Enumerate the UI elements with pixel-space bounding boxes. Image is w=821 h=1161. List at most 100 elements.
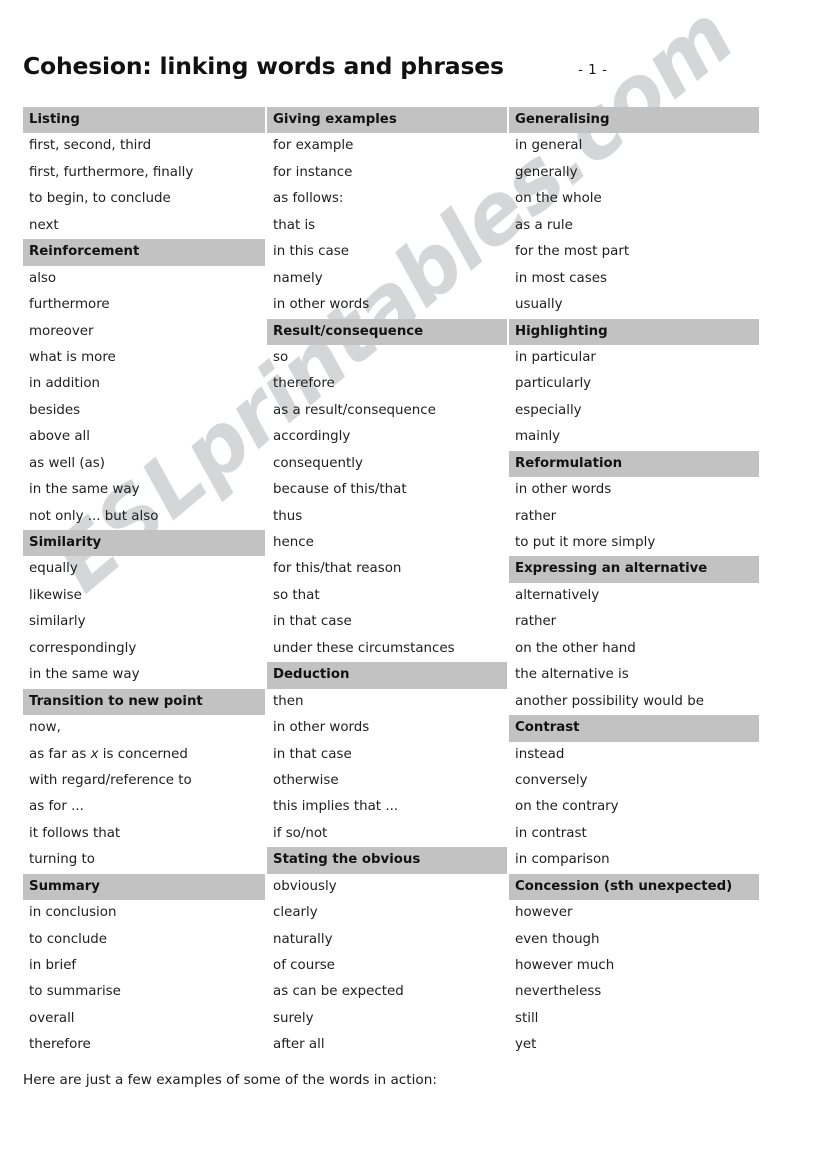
phrase-item: for the most part	[515, 244, 630, 260]
phrase-item: thus	[273, 508, 303, 524]
page-title: Cohesion: linking words and phrases	[23, 52, 504, 80]
category-header: Listing	[23, 107, 265, 134]
phrase-item: to begin, to conclude	[29, 191, 171, 207]
category-header: Deduction	[267, 662, 507, 689]
phrase-item: as for ...	[29, 799, 84, 815]
phrase-item: as a rule	[515, 217, 573, 233]
phrase-item: above all	[29, 429, 90, 445]
phrase-item: to put it more simply	[515, 535, 656, 550]
phrase-item: under these circumstances	[273, 640, 455, 656]
column-2: Generalising in general generally on the wh…	[509, 107, 759, 1059]
phrase-item: equally	[29, 561, 78, 577]
phrase-item: furthermore	[29, 297, 110, 313]
phrase-item: alternatively	[515, 587, 600, 603]
phrase-item: because of this/that	[273, 482, 407, 498]
phrase-item: first, second, third	[29, 138, 152, 154]
phrase-item: in conclusion	[29, 905, 117, 921]
footer-note: Here are just a few examples of some of …	[23, 1072, 437, 1088]
phrase-item: of course	[273, 958, 335, 973]
phrase-item: in that case	[273, 746, 352, 762]
italic-variable: x	[90, 746, 99, 762]
phrase-item: in general	[515, 138, 583, 154]
phrase-item: to conclude	[29, 931, 108, 947]
phrase-item: otherwise	[273, 772, 339, 788]
page-number: - 1 -	[578, 62, 608, 78]
phrase-item: in comparison	[515, 852, 610, 868]
phrase-item: in addition	[29, 376, 101, 392]
phrase-item: especially	[515, 402, 582, 418]
phrase-item: another possibility would be	[515, 693, 704, 709]
phrase-item: as can be expected	[273, 984, 404, 1000]
phrase-item: however	[515, 905, 573, 921]
phrase-item: conversely	[515, 772, 588, 788]
phrase-item: for instance	[273, 164, 353, 180]
category-header: Highlighting	[509, 318, 759, 345]
phrase-item: nevertheless	[515, 984, 602, 1000]
phrase-item: likewise	[29, 587, 82, 603]
phrase-item: for this/that reason	[273, 561, 402, 577]
category-header: Summary	[23, 873, 265, 901]
phrase-item: first, furthermore, finally	[29, 164, 194, 180]
phrase-item: on the contrary	[515, 799, 619, 815]
phrase-item: surely	[273, 1010, 314, 1026]
category-header: Contrast	[509, 715, 759, 742]
phrase-item: in other words	[273, 720, 370, 736]
phrase-item: rather	[515, 614, 557, 630]
phrase-item: in contrast	[515, 825, 587, 841]
phrase-item: similarly	[29, 614, 86, 630]
category-header: Generalising	[509, 107, 759, 134]
phrase-item: generally	[515, 164, 578, 180]
phrase-item: in particular	[515, 349, 596, 365]
category-header: Giving examples	[267, 107, 507, 134]
phrase-item: accordingly	[273, 429, 351, 445]
phrase-item: usually	[515, 297, 563, 313]
phrase-item: besides	[29, 402, 81, 418]
phrase-item: as far as x is concerned	[29, 746, 188, 762]
phrase-item: in the same way	[29, 482, 140, 498]
phrase-item: consequently	[273, 455, 363, 471]
phrase-item: still	[515, 1010, 539, 1026]
phrase-item: for example	[273, 138, 354, 154]
phrase-item: yet	[515, 1037, 537, 1053]
phrase-item: that is	[273, 217, 316, 233]
phrase-item: the alternative is	[515, 667, 629, 683]
phrase-item: moreover	[29, 323, 94, 339]
phrase-item: it follows that	[29, 825, 121, 841]
phrase-item: on the other hand	[515, 640, 636, 656]
phrase-item: in that case	[273, 614, 352, 630]
phrase-item: what is more	[29, 349, 116, 365]
phrase-item: as follows:	[273, 191, 344, 207]
phrase-item: so that	[273, 587, 320, 603]
phrase-item: not only ... but also	[29, 508, 159, 524]
phrase-item: this implies that ...	[273, 799, 399, 815]
phrase-item: to summarise	[29, 984, 121, 1000]
phrase-item: now,	[29, 720, 61, 736]
phrase-item: particularly	[515, 376, 592, 392]
phrase-item: in this case	[273, 244, 349, 260]
worksheet-page: ESLprintables.com Cohesion: linking word…	[0, 0, 821, 1161]
category-header: Concession (sth unexpected)	[509, 873, 759, 901]
category-header: Reformulation	[509, 450, 759, 478]
phrase-item: even though	[515, 931, 600, 947]
category-header: Transition to new point	[23, 688, 265, 716]
phrase-item: turning to	[29, 852, 95, 868]
column-1: Giving examples for example for instance as…	[267, 107, 507, 1059]
phrase-item: then	[273, 693, 304, 709]
category-header: Expressing an alternative	[509, 556, 759, 583]
phrase-item: in the same way	[29, 667, 140, 683]
phrase-item: overall	[29, 1010, 75, 1026]
phrase-item: hence	[273, 535, 314, 550]
phrase-item: namely	[273, 270, 323, 286]
phrase-item: therefore	[273, 376, 335, 392]
phrase-item: in brief	[29, 958, 77, 973]
document-header: Cohesion: linking words and phrases - 1 …	[0, 0, 821, 100]
phrase-item: on the whole	[515, 191, 602, 207]
phrase-item: as well (as)	[29, 455, 105, 471]
phrase-item: however much	[515, 958, 615, 973]
phrase-item: therefore	[29, 1037, 91, 1053]
column-0: Listing first, second, third first, furthe…	[23, 107, 265, 1059]
phrase-item: with regard/reference to	[29, 772, 192, 788]
phrase-item: rather	[515, 508, 557, 524]
category-header: Reinforcement	[23, 239, 265, 266]
category-header: Result/consequence	[267, 318, 507, 345]
